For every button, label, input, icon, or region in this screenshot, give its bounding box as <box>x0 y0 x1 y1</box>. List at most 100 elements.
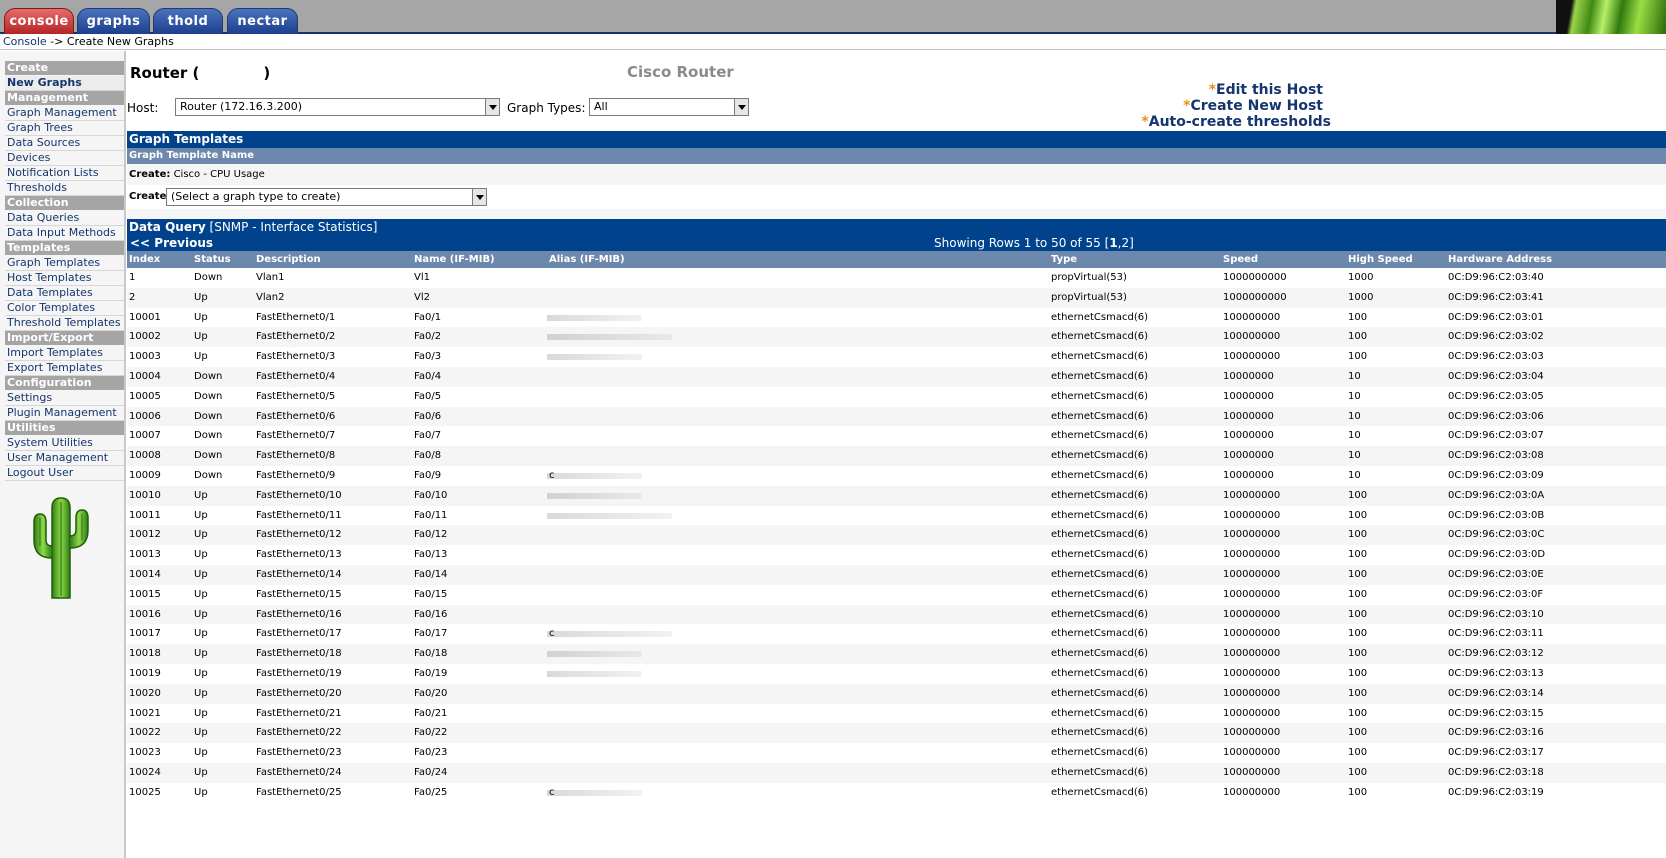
tab-console[interactable]: console <box>4 8 74 34</box>
cell-status: Up <box>194 311 208 323</box>
chevron-down-icon[interactable] <box>472 189 486 205</box>
cell-index: 10003 <box>129 351 161 363</box>
cell-status: Down <box>194 371 223 382</box>
cell-name: Fa0/18 <box>414 648 448 660</box>
chevron-down-icon[interactable] <box>485 99 499 115</box>
cell-status: Up <box>194 509 208 521</box>
cell-name: Fa0/9 <box>414 470 442 481</box>
tab-graphs[interactable]: graphs <box>77 8 150 34</box>
cell-status: Up <box>194 569 208 580</box>
chevron-down-icon[interactable] <box>734 99 748 115</box>
previous-link[interactable]: << Previous <box>130 235 213 251</box>
tab-thold[interactable]: thold <box>153 8 223 34</box>
create-label: Create: <box>129 169 171 180</box>
host-title-text: Router ( <box>130 64 200 82</box>
cell-name: Vl2 <box>414 291 430 303</box>
cell-status: Up <box>194 747 208 759</box>
cell-status: Up <box>194 767 208 778</box>
page-title: Router () <box>130 64 270 82</box>
cell-desc: FastEthernet0/12 <box>256 529 342 541</box>
host-select[interactable]: Router (172.16.3.200) <box>175 98 500 116</box>
column-header-hardware-address: Hardware Address <box>1448 254 1553 265</box>
graph-template-row: Create: Cisco - CPU Usage <box>127 164 1666 185</box>
sidebar-item-plugin-management[interactable]: Plugin Management <box>5 406 124 421</box>
sidebar-item-logout-user[interactable]: Logout User <box>5 466 124 481</box>
sidebar-item-settings[interactable]: Settings <box>5 391 124 406</box>
create-graph-row: Create: (Select a graph type to create) <box>127 185 1666 209</box>
cell-desc: FastEthernet0/4 <box>256 371 336 382</box>
sidebar-section-configuration: Configuration <box>5 376 124 390</box>
graph-types-select[interactable]: All <box>589 98 749 116</box>
cell-index: 10002 <box>129 331 161 343</box>
showing-rows: Showing Rows 1 to 50 of 55 [1,2] <box>934 235 1134 251</box>
sidebar-item-graph-trees[interactable]: Graph Trees <box>5 121 124 136</box>
sidebar-section-import-export: Import/Export <box>5 331 124 345</box>
sidebar-item-new-graphs[interactable]: New Graphs <box>5 76 124 91</box>
redacted-alias <box>547 651 642 658</box>
tab-nectar[interactable]: nectar <box>227 8 298 34</box>
cell-status: Down <box>194 272 223 283</box>
cell-status: Up <box>194 786 208 798</box>
cell-index: 10025 <box>129 786 161 798</box>
sidebar-item-data-templates[interactable]: Data Templates <box>5 286 124 301</box>
sidebar-item-user-management[interactable]: User Management <box>5 451 124 466</box>
sidebar-item-color-templates[interactable]: Color Templates <box>5 301 124 316</box>
sidebar-item-graph-templates[interactable]: Graph Templates <box>5 256 124 271</box>
redacted-alias <box>547 492 642 499</box>
cell-status: Up <box>194 608 208 620</box>
create-host-link[interactable]: *Create New Host <box>1157 98 1323 114</box>
sidebar-item-data-input-methods[interactable]: Data Input Methods <box>5 226 124 241</box>
sidebar-section-utilities: Utilities <box>5 421 124 435</box>
redacted-alias <box>547 473 642 479</box>
cell-index: 10013 <box>129 549 161 561</box>
cell-status: Down <box>194 390 223 402</box>
cell-status: Up <box>194 707 208 719</box>
sidebar-item-threshold-templates[interactable]: Threshold Templates <box>5 316 124 331</box>
sidebar-item-host-templates[interactable]: Host Templates <box>5 271 124 286</box>
cell-desc: FastEthernet0/3 <box>256 351 336 363</box>
sidebar-item-data-queries[interactable]: Data Queries <box>5 211 124 226</box>
cell-status: Up <box>194 291 208 303</box>
sidebar-item-devices[interactable]: Devices <box>5 151 124 166</box>
graph-type-select[interactable]: (Select a graph type to create) <box>166 188 487 206</box>
auto-create-thresholds-link[interactable]: *Auto-create thresholds <box>1127 114 1331 130</box>
cell-name: Fa0/25 <box>414 786 448 798</box>
create-host-label: Create New Host <box>1190 98 1323 114</box>
sidebar-item-notification-lists[interactable]: Notification Lists <box>5 166 124 181</box>
edit-host-link[interactable]: *Edit this Host <box>1177 82 1323 98</box>
cell-index: 10019 <box>129 668 161 679</box>
cell-desc: FastEthernet0/13 <box>256 549 342 561</box>
spacer <box>127 209 1666 219</box>
cell-index: 10007 <box>129 430 161 442</box>
cell-status: Down <box>194 470 223 481</box>
page-1-link[interactable]: 1 <box>1109 236 1117 250</box>
sidebar-item-import-templates[interactable]: Import Templates <box>5 346 124 361</box>
table-filler <box>879 268 1666 858</box>
column-header-speed: Speed <box>1223 254 1259 265</box>
cell-status: Up <box>194 331 208 343</box>
cell-desc: FastEthernet0/16 <box>256 608 342 620</box>
cell-name: Fa0/7 <box>414 430 442 442</box>
data-query-header: Data Query [SNMP - Interface Statistics] <box>127 219 1666 235</box>
cell-name: Fa0/22 <box>414 727 448 739</box>
sidebar-item-graph-management[interactable]: Graph Management <box>5 106 124 121</box>
cell-name: Fa0/2 <box>414 331 442 343</box>
data-query-nav: << Previous Showing Rows 1 to 50 of 55 [… <box>127 235 1666 251</box>
cell-desc: FastEthernet0/2 <box>256 331 336 343</box>
cell-index: 10006 <box>129 410 161 422</box>
cell-desc: FastEthernet0/9 <box>256 470 336 481</box>
sidebar-item-thresholds[interactable]: Thresholds <box>5 181 124 196</box>
cell-status: Up <box>194 648 208 660</box>
cell-status: Down <box>194 450 223 462</box>
sidebar-item-system-utilities[interactable]: System Utilities <box>5 436 124 451</box>
cell-name: Fa0/3 <box>414 351 442 363</box>
cell-desc: FastEthernet0/8 <box>256 450 336 462</box>
sidebar-item-data-sources[interactable]: Data Sources <box>5 136 124 151</box>
cell-desc: FastEthernet0/21 <box>256 707 342 719</box>
cell-name: Fa0/19 <box>414 668 448 679</box>
host-title-close: ) <box>263 64 271 82</box>
sidebar-item-export-templates[interactable]: Export Templates <box>5 361 124 376</box>
cell-index: 10004 <box>129 371 161 382</box>
page-2-link[interactable]: ,2] <box>1118 236 1134 250</box>
breadcrumb-console-link[interactable]: Console <box>3 35 47 48</box>
